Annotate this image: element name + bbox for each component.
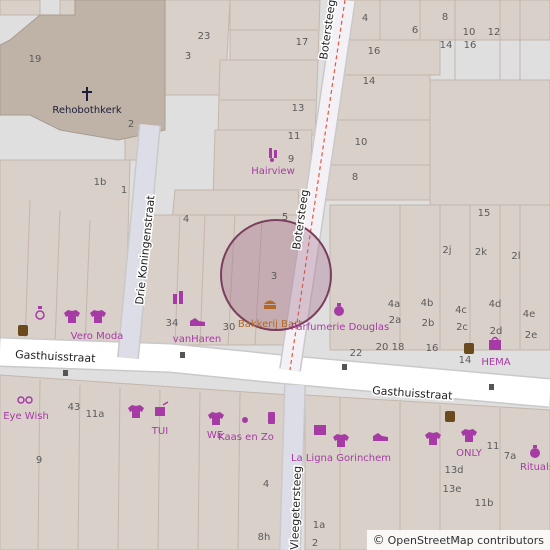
housenumber: 8h — [258, 532, 271, 543]
book-icon — [314, 425, 326, 435]
restaurant-icon — [18, 325, 28, 336]
housenumber: 13 — [292, 103, 305, 114]
housenumber: 13e — [443, 484, 462, 495]
housenumber: 9 — [36, 455, 42, 466]
poi-label-hema: HEMA — [481, 357, 510, 368]
housenumber: 1 — [121, 185, 127, 196]
housenumber: 4a — [388, 299, 401, 310]
housenumber: 2l — [511, 251, 520, 262]
restaurant-icon — [445, 411, 455, 422]
housenumber: 22 — [350, 348, 363, 359]
housenumber: 20 — [376, 342, 389, 353]
poi-label-kaas-en-zo: Kaas en Zo — [218, 432, 274, 443]
housenumber: 2d — [490, 326, 503, 337]
housenumber: 11 — [288, 131, 301, 142]
housenumber: 4b — [421, 298, 434, 309]
housenumber: 43 — [68, 402, 81, 413]
housenumber: 15 — [478, 208, 491, 219]
housenumber: 8 — [442, 12, 448, 23]
housenumber: 4c — [455, 305, 467, 316]
housenumber: 4 — [183, 214, 189, 225]
poi-label-vero-moda: Vero Moda — [71, 331, 124, 342]
housenumber: 6 — [412, 25, 418, 36]
housenumber: 16 — [368, 46, 381, 57]
housenumber: 2 — [128, 119, 134, 130]
poi-label-only: ONLY — [456, 448, 483, 459]
housenumber: 2a — [389, 315, 402, 326]
housenumber: 13d — [444, 465, 463, 476]
map-canvas[interactable]: Gasthuisstraat Gasthuisstraat Drie Konin… — [0, 0, 550, 550]
housenumber: 18 — [392, 342, 405, 353]
housenumber: 2 — [312, 538, 318, 549]
housenumber: 4e — [523, 309, 536, 320]
housenumber: 16 — [464, 40, 477, 51]
housenumber: 16 — [426, 343, 439, 354]
housenumber: 14 — [363, 76, 376, 87]
housenumber: 4 — [263, 479, 269, 490]
poi-label-vanharen: vanHaren — [173, 334, 221, 345]
copyright-icon: © — [372, 533, 385, 547]
poi-label-la-ligna-gorinchem: La Ligna Gorinchem — [291, 453, 391, 464]
housenumber: 11 — [487, 441, 500, 452]
dining-icon — [464, 343, 474, 354]
housenumber: 2k — [475, 247, 487, 258]
attribution-link[interactable]: OpenStreetMap contributors — [388, 534, 544, 547]
housenumber: 10 — [463, 27, 476, 38]
housenumber: 2b — [422, 318, 435, 329]
housenumber: 14 — [459, 355, 472, 366]
housenumber: 9 — [288, 154, 294, 165]
poi-label-parfumerie-douglas: Parfumerie Douglas — [291, 322, 389, 333]
poi-label-rituals: Rituals — [520, 462, 550, 473]
housenumber: 7a — [504, 451, 517, 462]
housenumber: 14 — [440, 40, 453, 51]
housenumber: 2e — [525, 330, 538, 341]
housenumber: 1a — [313, 520, 326, 531]
housenumber: 12 — [488, 27, 501, 38]
housenumber: 2j — [442, 245, 451, 256]
housenumber: 11b — [474, 498, 493, 509]
housenumber: 11a — [86, 409, 105, 420]
housenumber: 17 — [296, 37, 309, 48]
housenumber: 34 — [166, 318, 179, 329]
housenumber: 30 — [223, 322, 236, 333]
housenumber: 5 — [282, 212, 288, 223]
housenumber: 3 — [185, 51, 191, 62]
housenumber: 4 — [362, 13, 368, 24]
housenumber: 3 — [271, 271, 277, 282]
poi-label-eye-wish: Eye Wish — [3, 411, 49, 422]
housenumber: 19 — [29, 54, 42, 65]
housenumber: 10 — [355, 137, 368, 148]
housenumber: 8 — [352, 172, 358, 183]
housenumber: 4d — [489, 299, 502, 310]
housenumber: 1b — [94, 177, 107, 188]
map-view[interactable]: Gasthuisstraat Gasthuisstraat Drie Konin… — [0, 0, 550, 550]
housenumber: 23 — [198, 31, 211, 42]
shop-dot-icon — [242, 417, 248, 423]
poi-label-hairview: Hairview — [251, 166, 295, 177]
map-attribution[interactable]: © OpenStreetMap contributors — [366, 530, 550, 550]
poi-label-tui: TUI — [151, 426, 168, 437]
church-name: Rehobothkerk — [52, 105, 122, 116]
mobile-phone-icon — [268, 412, 275, 424]
housenumber: 2c — [456, 322, 468, 333]
